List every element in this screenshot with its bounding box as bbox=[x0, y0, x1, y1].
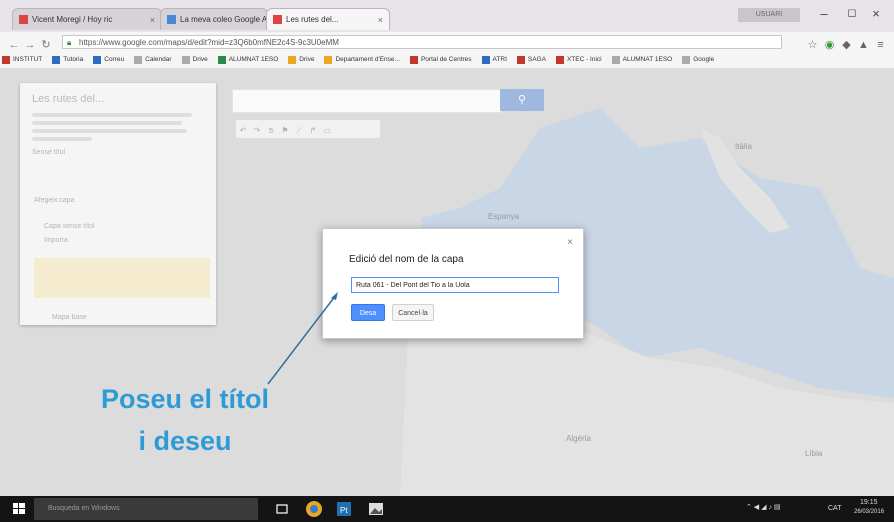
instruction-callout: Poseu el títol i deseu bbox=[60, 378, 310, 462]
callout-line-2: i deseu bbox=[138, 426, 232, 456]
svg-text:Pt: Pt bbox=[340, 506, 348, 515]
photos-icon[interactable] bbox=[366, 499, 386, 519]
clock-time[interactable]: 19:15 bbox=[860, 499, 878, 506]
callout-line-1: Poseu el títol bbox=[100, 384, 270, 414]
system-tray: ⌃ ◀ ◢ ♪ ▤ CAT 19:15 26/03/2016 bbox=[738, 496, 894, 522]
task-view-icon[interactable] bbox=[272, 499, 292, 519]
publisher-icon[interactable]: Pt bbox=[334, 499, 354, 519]
windows-start-icon[interactable] bbox=[6, 499, 32, 519]
clock-date[interactable]: 26/03/2016 bbox=[854, 509, 884, 515]
taskbar-search-input[interactable]: Busqueda en Windows bbox=[34, 498, 258, 520]
chrome-icon[interactable] bbox=[304, 499, 324, 519]
language-indicator[interactable]: CAT bbox=[828, 505, 841, 512]
tray-icons[interactable]: ⌃ ◀ ◢ ♪ ▤ bbox=[746, 503, 781, 511]
